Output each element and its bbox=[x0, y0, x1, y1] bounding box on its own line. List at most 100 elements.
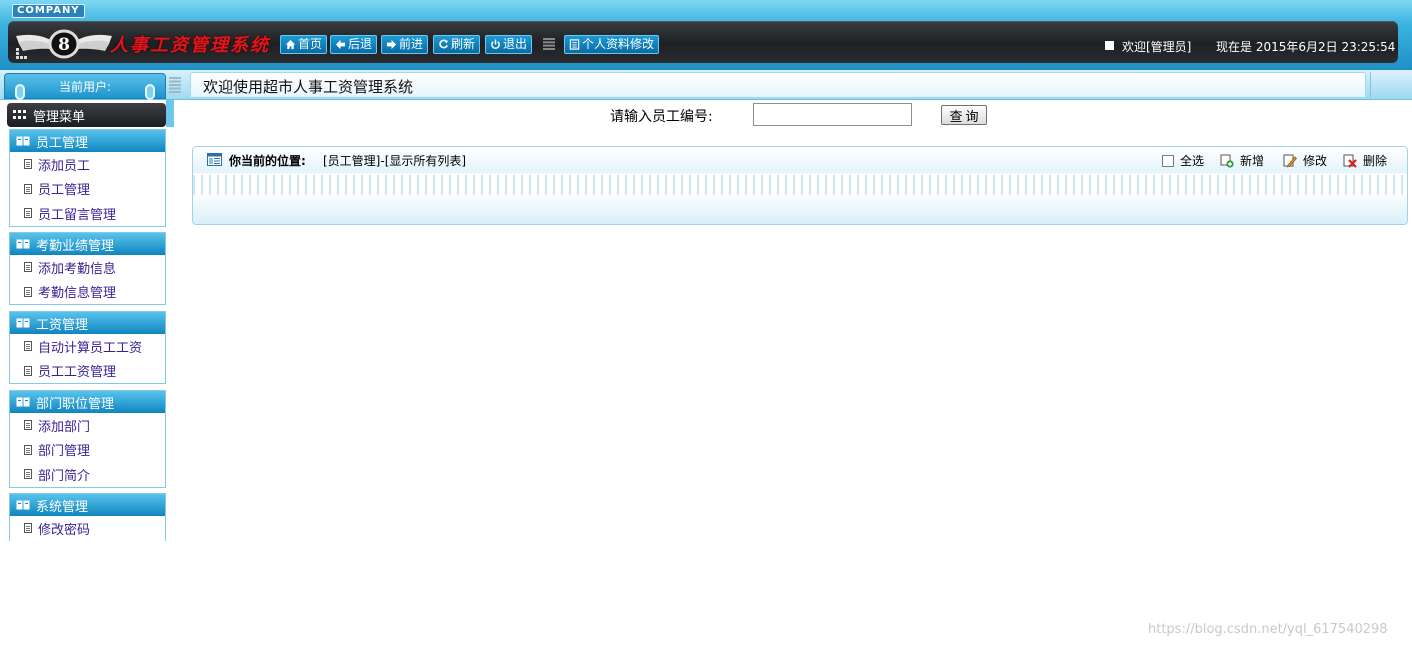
sidebar-item-department-intro[interactable]: 部门简介 bbox=[10, 462, 165, 487]
edit-button-label: 修改 bbox=[1303, 154, 1328, 168]
grid-dots-icon bbox=[13, 110, 26, 119]
forward-button-label: 前进 bbox=[399, 37, 424, 51]
document-icon bbox=[24, 341, 32, 352]
welcome-banner: 欢迎使用超市人事工资管理系统 bbox=[190, 72, 1366, 98]
document-icon bbox=[24, 286, 32, 297]
sidebar-item-employee-management[interactable]: 员工管理 bbox=[10, 177, 165, 202]
current-user-panel: 当前用户: bbox=[4, 73, 166, 100]
power-icon bbox=[491, 39, 500, 49]
menu-group-title-label: 工资管理 bbox=[36, 317, 89, 333]
menu-group-title-label: 部门职位管理 bbox=[36, 396, 115, 412]
menu-group-title[interactable]: 员工管理 bbox=[10, 130, 165, 152]
delete-icon bbox=[1343, 154, 1357, 168]
menu-group-system: 系统管理 修改密码 bbox=[9, 493, 166, 541]
sidebar-item-label: 员工留言管理 bbox=[38, 207, 117, 223]
document-icon bbox=[24, 444, 32, 455]
sidebar-item-employee-messages[interactable]: 员工留言管理 bbox=[10, 201, 165, 226]
book-icon bbox=[16, 318, 30, 328]
ring-binder-icon bbox=[145, 84, 155, 100]
home-button-label: 首页 bbox=[298, 37, 323, 51]
exit-button[interactable]: 退出 bbox=[485, 35, 533, 54]
menu-group-title-label: 考勤业绩管理 bbox=[36, 238, 115, 254]
add-icon bbox=[1220, 154, 1234, 168]
menu-header: 管理菜单 bbox=[7, 103, 166, 127]
svg-text:8: 8 bbox=[58, 35, 70, 55]
menu-header-label: 管理菜单 bbox=[33, 109, 86, 125]
refresh-icon bbox=[439, 39, 449, 49]
refresh-button-label: 刷新 bbox=[451, 37, 476, 51]
document-icon bbox=[24, 420, 32, 431]
sidebar-item-auto-calculate-salary[interactable]: 自动计算员工工资 bbox=[10, 334, 165, 359]
arrow-right-icon bbox=[386, 39, 397, 50]
delete-button[interactable]: 删除 bbox=[1343, 152, 1387, 169]
separator-grip-icon bbox=[169, 77, 181, 93]
sidebar-item-attendance-management[interactable]: 考勤信息管理 bbox=[10, 280, 165, 305]
add-button[interactable]: 新增 bbox=[1220, 152, 1264, 169]
menu-group-title-label: 员工管理 bbox=[36, 135, 89, 151]
employee-id-input[interactable] bbox=[753, 103, 912, 126]
separator-grip-icon bbox=[543, 38, 555, 50]
grid-dots-icon bbox=[16, 48, 27, 59]
exit-button-label: 退出 bbox=[503, 37, 528, 51]
sidebar-item-department-management[interactable]: 部门管理 bbox=[10, 438, 165, 463]
square-bullet-icon bbox=[1105, 41, 1114, 50]
document-icon bbox=[24, 365, 32, 376]
sidebar-item-label: 添加部门 bbox=[38, 419, 91, 435]
sidebar-item-salary-management[interactable]: 员工工资管理 bbox=[10, 359, 165, 384]
company-tag: COMPANY bbox=[12, 4, 85, 18]
sidebar-item-add-department[interactable]: 添加部门 bbox=[10, 413, 165, 438]
window-icon bbox=[207, 153, 222, 166]
edit-button[interactable]: 修改 bbox=[1283, 152, 1327, 169]
sidebar-item-label: 自动计算员工工资 bbox=[38, 340, 143, 356]
top-banner: COMPANY 8 人事工资管理系统 首页 后退 前进 刷新 退出 个人资料修改… bbox=[0, 0, 1412, 70]
checkbox-icon bbox=[1162, 154, 1174, 167]
document-icon bbox=[569, 39, 580, 50]
menu-group-title[interactable]: 考勤业绩管理 bbox=[10, 233, 165, 255]
welcome-banner-text: 欢迎使用超市人事工资管理系统 bbox=[203, 78, 414, 96]
add-button-label: 新增 bbox=[1240, 154, 1265, 168]
menu-group-title[interactable]: 部门职位管理 bbox=[10, 391, 165, 413]
menu-group-attendance: 考勤业绩管理 添加考勤信息 考勤信息管理 bbox=[9, 232, 166, 306]
document-icon bbox=[24, 183, 32, 194]
home-icon bbox=[285, 39, 296, 50]
sidebar-item-add-employee[interactable]: 添加员工 bbox=[10, 152, 165, 177]
search-button[interactable]: 查询 bbox=[941, 105, 987, 125]
pencil-icon bbox=[1283, 154, 1297, 167]
sidebar-item-change-password[interactable]: 修改密码 bbox=[10, 516, 165, 541]
sub-header-right-cap bbox=[1370, 72, 1412, 98]
forward-button[interactable]: 前进 bbox=[381, 35, 429, 54]
sidebar-item-label: 员工工资管理 bbox=[38, 365, 117, 381]
profile-edit-button[interactable]: 个人资料修改 bbox=[564, 35, 660, 54]
menu-group-salary: 工资管理 自动计算员工工资 员工工资管理 bbox=[9, 311, 166, 385]
book-icon bbox=[16, 397, 30, 407]
sidebar-item-label: 考勤信息管理 bbox=[38, 286, 117, 302]
sidebar-item-label: 添加员工 bbox=[38, 158, 91, 174]
list-divider-stripe bbox=[193, 175, 1407, 195]
menu-group-title[interactable]: 工资管理 bbox=[10, 312, 165, 334]
search-label: 请输入员工编号: bbox=[610, 109, 713, 125]
select-all-checkbox[interactable]: 全选 bbox=[1162, 152, 1204, 169]
current-user-label: 当前用户: bbox=[58, 80, 112, 94]
sidebar-item-label: 员工管理 bbox=[38, 183, 91, 199]
book-icon bbox=[16, 136, 30, 146]
list-header: 你当前的位置: [员工管理]-[显示所有列表] 全选 新增 修改 删除 bbox=[193, 147, 1407, 173]
sidebar-header-edge bbox=[166, 100, 174, 127]
ring-binder-icon bbox=[15, 84, 25, 100]
sidebar-item-label: 添加考勤信息 bbox=[38, 261, 117, 277]
arrow-left-icon bbox=[335, 39, 346, 50]
menu-group-title[interactable]: 系统管理 bbox=[10, 494, 165, 516]
select-all-label: 全选 bbox=[1180, 154, 1205, 168]
back-button[interactable]: 后退 bbox=[330, 35, 378, 54]
refresh-button[interactable]: 刷新 bbox=[433, 35, 481, 54]
position-title: 你当前的位置: bbox=[229, 154, 306, 168]
breadcrumb: [员工管理]-[显示所有列表] bbox=[323, 154, 467, 168]
current-datetime: 现在是 2015年6月2日 23:25:54 bbox=[1216, 40, 1396, 54]
document-icon bbox=[24, 262, 32, 273]
book-icon bbox=[16, 239, 30, 249]
home-button[interactable]: 首页 bbox=[280, 35, 328, 54]
sidebar-item-label: 部门简介 bbox=[38, 468, 91, 484]
book-icon bbox=[16, 500, 30, 510]
back-button-label: 后退 bbox=[348, 37, 373, 51]
sidebar-item-add-attendance[interactable]: 添加考勤信息 bbox=[10, 255, 165, 280]
watermark: https://blog.csdn.net/yql_617540298 bbox=[1148, 622, 1388, 637]
